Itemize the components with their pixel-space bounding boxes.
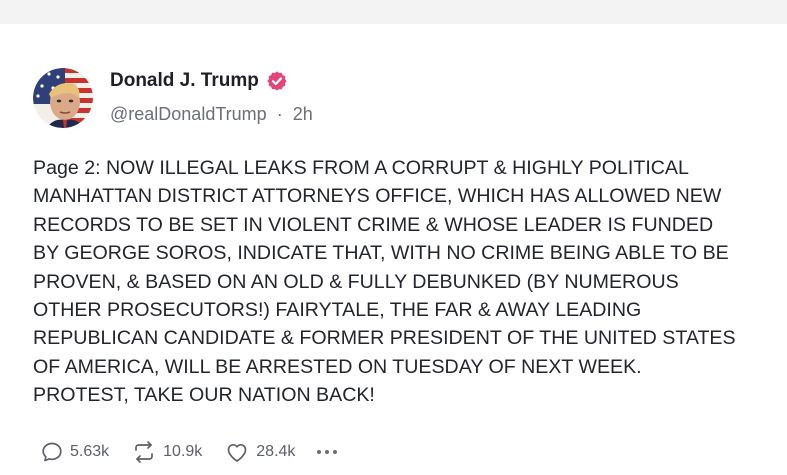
post-line: Page 2: NOW ILLEGAL LEAKS FROM A CORRUPT… <box>33 157 689 179</box>
avatar[interactable] <box>33 68 93 128</box>
post-line: OF AMERICA, WILL BE ARRESTED ON TUESDAY … <box>33 355 642 378</box>
author-name-row[interactable]: Donald J. Trump <box>110 70 288 92</box>
post-line: PROTEST, TAKE OUR NATION BACK! <box>33 384 375 407</box>
heart-icon <box>227 443 247 462</box>
post-line: PROVEN, & BASED ON AN OLD & FULLY DEBUNK… <box>33 270 679 293</box>
more-dots-icon <box>317 450 322 454</box>
top-band <box>0 0 787 24</box>
action-bar: 5.63k 10.9k 28.4k <box>40 440 338 464</box>
post-line: REPUBLICAN CANDIDATE & FORMER PRESIDENT … <box>33 327 736 350</box>
more-dots-icon <box>333 450 338 454</box>
post-text: Page 2: NOW ILLEGAL LEAKS FROM A CORRUPT… <box>33 154 787 410</box>
reply-count: 5.63k <box>70 443 110 460</box>
author-display-name[interactable]: Donald J. Trump <box>110 70 259 92</box>
post-line: BY GEORGE SOROS, INDICATE THAT, WITH NO … <box>33 242 729 265</box>
repost-button[interactable]: 10.9k <box>131 440 202 464</box>
author-handle[interactable]: @realDonaldTrump <box>110 104 267 124</box>
post-line: RECORDS TO BE SET IN VIOLENT CRIME & WHO… <box>33 213 714 236</box>
post-line: MANHATTAN DISTRICT ATTORNEYS OFFICE, WHI… <box>33 185 722 208</box>
reply-button[interactable]: 5.63k <box>40 440 109 464</box>
post-time[interactable]: 2h <box>293 104 313 124</box>
repost-count: 10.9k <box>163 443 203 460</box>
more-dots-icon <box>325 450 330 454</box>
author-meta: @realDonaldTrump · 2h <box>110 104 313 125</box>
verified-badge-icon <box>266 70 288 92</box>
like-count: 28.4k <box>256 443 296 460</box>
like-button[interactable]: 28.4k <box>224 440 295 464</box>
post-line: OTHER PROSECUTORS!) FAIRYTALE, THE FAR &… <box>33 299 642 322</box>
comment-bubble-icon <box>42 442 62 462</box>
repost-arrows-icon <box>135 441 153 463</box>
meta-separator: · <box>276 104 283 124</box>
more-options-button[interactable] <box>317 442 338 462</box>
avatar-image <box>33 68 93 128</box>
